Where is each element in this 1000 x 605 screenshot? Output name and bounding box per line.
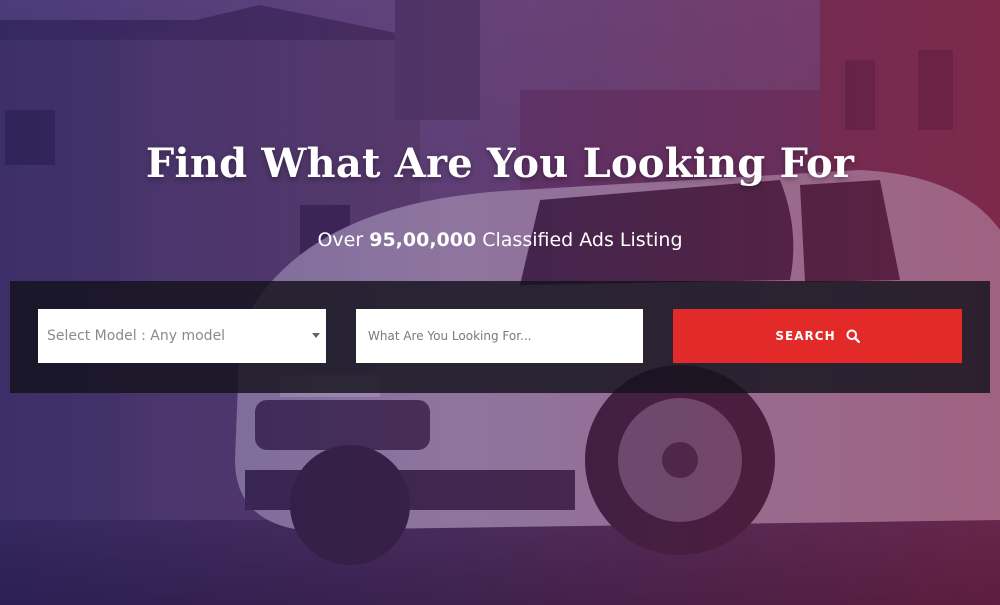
search-button[interactable]: SEARCH: [673, 309, 962, 363]
hero-section: Find What Are You Looking For Over 95,00…: [0, 0, 1000, 605]
search-button-label: SEARCH: [775, 329, 836, 343]
listing-count: 95,00,000: [369, 229, 477, 251]
hero-title: Find What Are You Looking For: [145, 140, 855, 187]
hero-subtitle: Over 95,00,000 Classified Ads Listing: [0, 229, 1000, 251]
search-bar: Select Model : Any model SEARCH: [10, 281, 990, 393]
keyword-search-input[interactable]: [356, 309, 643, 363]
subtitle-prefix: Over: [317, 229, 370, 251]
model-select[interactable]: Select Model : Any model: [38, 309, 326, 363]
subtitle-suffix: Classified Ads Listing: [476, 229, 683, 251]
model-select-value: Select Model : Any model: [47, 328, 226, 344]
search-icon: [846, 329, 860, 343]
chevron-down-icon: [312, 333, 320, 338]
